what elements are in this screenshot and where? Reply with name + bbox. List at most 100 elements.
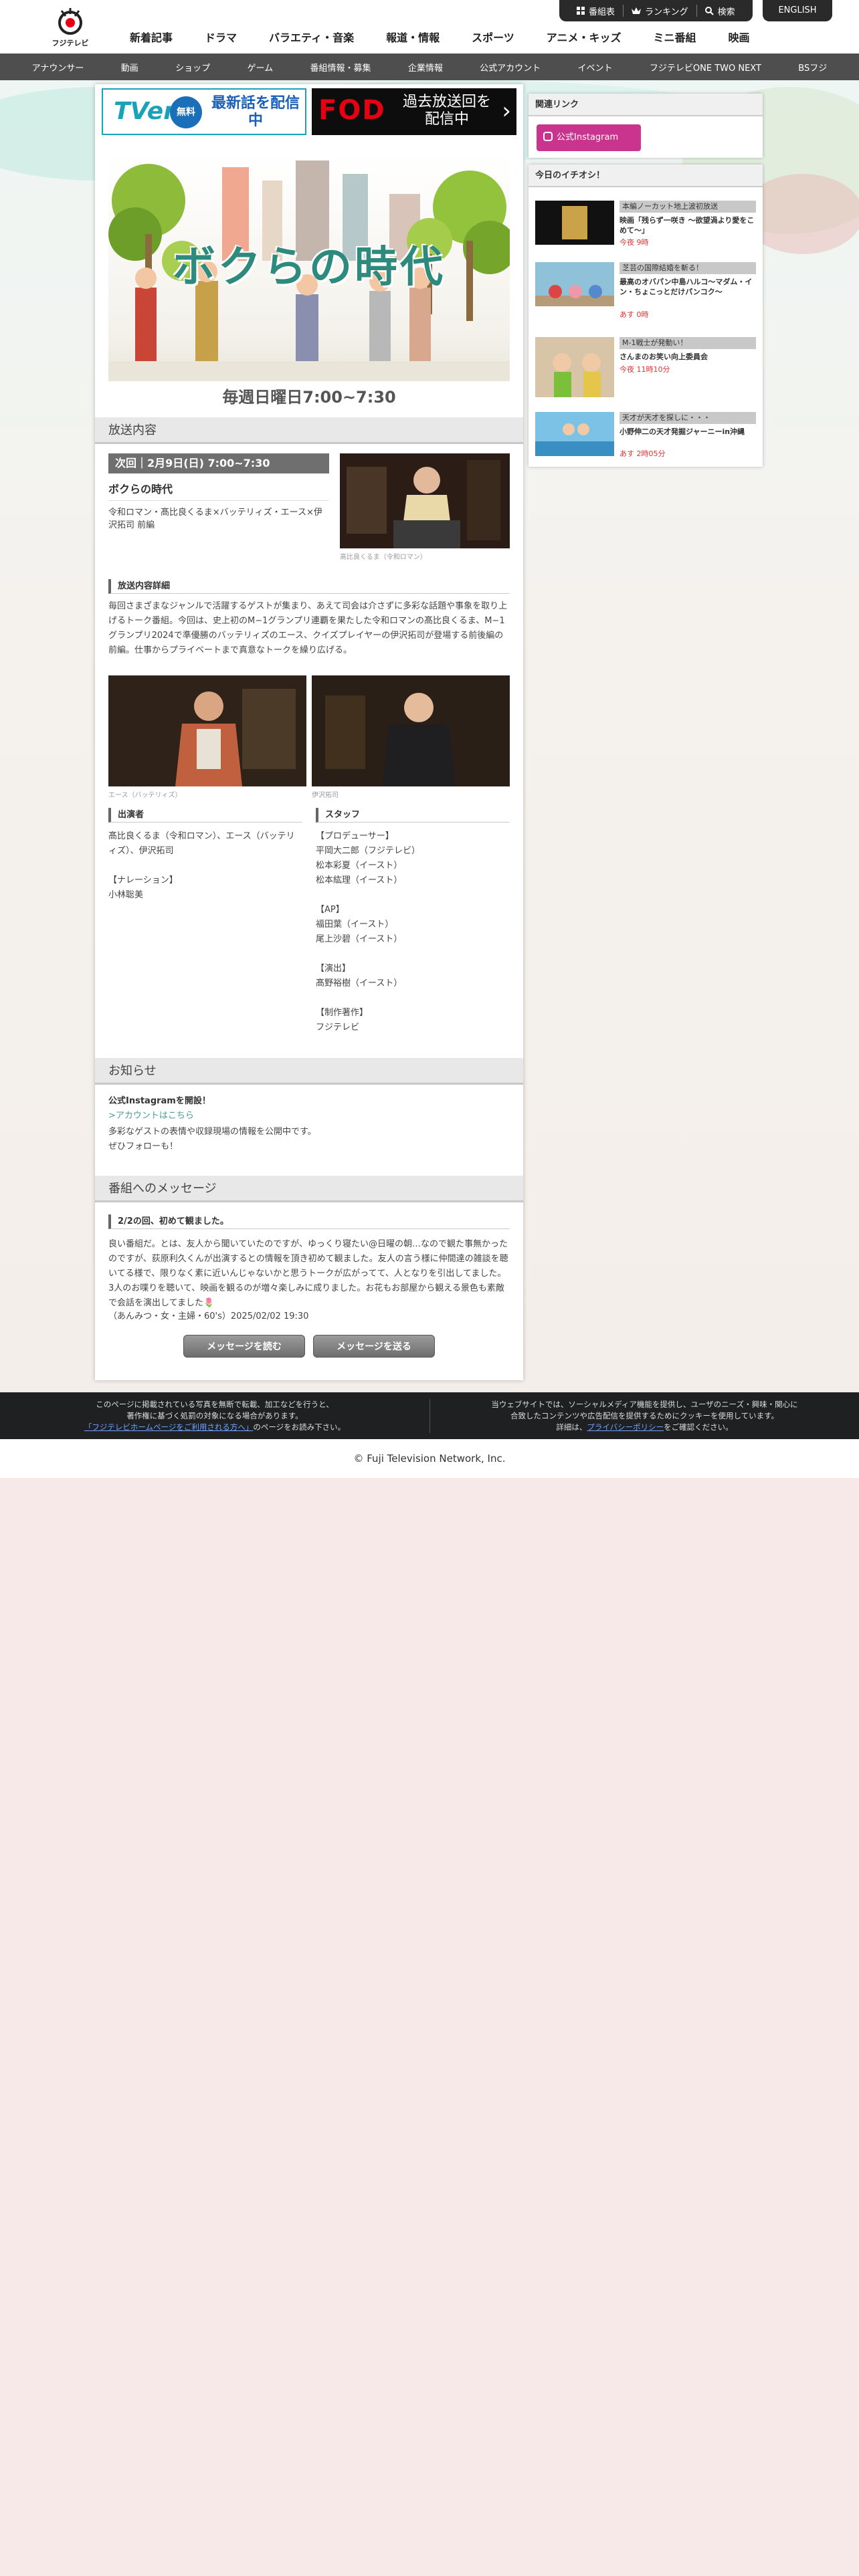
instagram-button[interactable]: 公式Instagram xyxy=(537,124,641,151)
logo-text: フジテレビ xyxy=(52,39,89,47)
episode-photo-kurumaa xyxy=(340,453,510,548)
gnav-item-drama[interactable]: ドラマ xyxy=(189,29,253,45)
photo-caption-kurumaa: 髙比良くるま（令和ロマン） xyxy=(340,554,427,561)
pickup-time: あす 0時 xyxy=(619,310,649,319)
gnav-item-mini[interactable]: ミニ番組 xyxy=(637,29,712,45)
subnav-item-announcer[interactable]: アナウンサー xyxy=(32,61,84,74)
pickup-item[interactable]: 天才が天才を探しに・・・ 小野伸二の天才発掘ジャーニーin沖縄 あす 2時05分 xyxy=(535,412,756,465)
site-header: フジテレビ 番組表 ランキング 検索 ENGLISH 新着記事 ドラマ バラエテ… xyxy=(0,0,859,53)
news-title: 公式Instagramを開設！ xyxy=(108,1096,211,1106)
message-buttons: メッセージを読む メッセージを送る xyxy=(95,1335,523,1358)
fujitv-eye-logo-icon xyxy=(58,8,82,35)
subnav-item-recruit[interactable]: 番組情報・募集 xyxy=(310,61,371,74)
pickup-tag: 本編ノーカット地上波初放送 xyxy=(619,201,756,213)
read-messages-button[interactable]: メッセージを読む xyxy=(183,1335,305,1358)
pickup-item[interactable]: 本編ノーカット地上波初放送 映画「残らず一咲き 〜欲望渦より愛をこめて〜」 今夜… xyxy=(535,201,756,254)
tver-banner[interactable]: TVer 無料 最新話を配信中 xyxy=(102,88,306,135)
crown-icon xyxy=(632,7,642,14)
staff-text: 【プロデューサー】 平岡大二郎（フジテレビ） 松本彩夏（イースト） 松本紘理（イ… xyxy=(316,831,421,1033)
pickup-heading: 今日のイチオシ！ xyxy=(529,165,763,187)
related-links-box: 関連リンク 公式Instagram xyxy=(529,94,763,158)
search-icon xyxy=(704,6,714,15)
related-links-heading: 関連リンク xyxy=(529,94,763,116)
guest-photo-image xyxy=(108,675,306,786)
program-airtime: 毎週日曜日7:00~7:30 xyxy=(222,388,396,407)
search-link[interactable]: 検索 xyxy=(696,5,743,17)
pickup-thumb xyxy=(535,337,614,397)
detail-subheading: 放送内容詳細 xyxy=(108,579,510,594)
cast-text: 髙比良くるま（令和ロマン）、エース（バッテリィズ）、伊沢拓司 【ナレーション】 … xyxy=(108,831,295,900)
episode-description: 令和ロマン・髙比良くるま×バッテリィズ・エース×伊沢拓司 前編 xyxy=(108,500,329,532)
footer-notice: このページに掲載されている写真を無断で転載、加工などを行うと、 著作権に基づく処… xyxy=(0,1392,859,1439)
fod-logo: FOD xyxy=(318,95,386,126)
main-content: TVer 無料 最新話を配信中 FOD 過去放送回を配信中 › ボクらの時代 毎… xyxy=(95,84,523,1380)
subnav-item-bsfuji[interactable]: BSフジ xyxy=(798,61,827,74)
fod-banner[interactable]: FOD 過去放送回を配信中 › xyxy=(312,88,516,135)
next-broadcast-badge: 次回｜2月9日(日) 7:00~7:30 xyxy=(108,453,329,473)
pickup-thumb xyxy=(535,412,614,456)
gnav-item-movie[interactable]: 映画 xyxy=(712,29,765,45)
news-account-link[interactable]: >アカウントはこちら xyxy=(108,1109,194,1123)
copyright: © Fuji Television Network, Inc. xyxy=(0,1439,859,1478)
instagram-button-label: 公式Instagram xyxy=(557,132,619,142)
copyright-notice-line: 著作権に基づく処罰の対象になる場合があります。 xyxy=(126,1411,303,1420)
gnav-item-info[interactable]: 報道・情報 xyxy=(370,29,456,45)
gnav-item-variety[interactable]: バラエティ・音楽 xyxy=(253,29,370,45)
copyright-notice-line: このページに掲載されている写真を無断で転載、加工などを行うと、 xyxy=(96,1400,334,1409)
subnav-item-video[interactable]: 動画 xyxy=(121,61,138,74)
cookie-notice-tail: をご確認ください。 xyxy=(664,1422,733,1432)
cookie-notice: 当ウェブサイトでは、ソーシャルメディア機能を提供し、ユーザのニーズ・興味・関心に… xyxy=(430,1399,859,1433)
subnav-item-shop[interactable]: ショップ xyxy=(175,61,210,74)
message-subheading: 2/2の回、初めて観ました。 xyxy=(108,1214,510,1229)
pickup-item[interactable]: M-1戦士が発動い！ さんまのお笑い向上委員会 今夜 11時10分 xyxy=(535,337,756,397)
fujitv-logo[interactable]: フジテレビ xyxy=(47,4,94,48)
program-logo-title: ボクらの時代 xyxy=(173,243,446,292)
gnav-item-anime[interactable]: アニメ・キッズ xyxy=(531,29,638,45)
ranking-link[interactable]: ランキング xyxy=(623,5,696,17)
pickup-box: 今日のイチオシ！ 本編ノーカット地上波初放送 映画「残らず一咲き 〜欲望渦より愛… xyxy=(529,165,763,467)
pickup-title: 映画「残らず一咲き 〜欲望渦より愛をこめて〜」 xyxy=(619,216,755,235)
gnav-item-sports[interactable]: スポーツ xyxy=(456,29,531,45)
subnav-item-event[interactable]: イベント xyxy=(578,61,613,74)
usage-policy-link[interactable]: 「フジテレビホームページをご利用される方へ」 xyxy=(84,1422,253,1432)
ranking-label: ランキング xyxy=(645,7,688,17)
subnav-item-game[interactable]: ゲーム xyxy=(247,61,273,74)
pickup-thumb xyxy=(535,201,614,245)
send-message-button[interactable]: メッセージを送る xyxy=(313,1335,435,1358)
episode-photo-izawa xyxy=(312,675,510,786)
program-key-visual: ボクらの時代 xyxy=(108,154,510,381)
pickup-title: さんまのお笑い向上委員会 xyxy=(619,352,708,361)
global-nav: 新着記事 ドラマ バラエティ・音楽 報道・情報 スポーツ アニメ・キッズ ミニ番… xyxy=(114,27,766,47)
subnav-item-official[interactable]: 公式アカウント xyxy=(480,61,541,74)
schedule-link[interactable]: 番組表 xyxy=(569,5,623,17)
cookie-notice-head: 詳細は、 xyxy=(556,1422,587,1432)
pickup-tag: M-1戦士が発動い！ xyxy=(619,337,756,349)
pickup-time: 今夜 11時10分 xyxy=(619,365,670,374)
news-body: 多彩なゲストの表情や収録現場の情報を公開中です。 ぜひフォローも！ xyxy=(108,1127,316,1152)
subnav-item-otn[interactable]: フジテレビONE TWO NEXT xyxy=(650,61,761,74)
guest-photo-image xyxy=(312,675,510,786)
pickup-item[interactable]: 芝芸の国際結婚を斬る！ 最高のオバパン中島ハルコ〜マダム・イン・ちょこっとだけパ… xyxy=(535,262,756,319)
pickup-tag: 芝芸の国際結婚を斬る！ xyxy=(619,262,756,274)
detail-text: 毎回さまざまなジャンルで活躍するゲストが集まり、あえて司会は介さずに多彩な話題や… xyxy=(108,601,508,655)
tver-logo: TVer xyxy=(114,98,175,125)
cookie-notice-line: 当ウェブサイトでは、ソーシャルメディア機能を提供し、ユーザのニーズ・興味・関心に xyxy=(491,1400,798,1409)
gnav-item-news[interactable]: 新着記事 xyxy=(114,29,189,45)
episode-photo-ace xyxy=(108,675,306,786)
copyright-notice-tail: のページをお読み下さい。 xyxy=(253,1422,346,1432)
copyright-notice-line: 「フジテレビホームページをご利用される方へ」のページをお読み下さい。 xyxy=(0,1422,430,1433)
staff-subheading: スタッフ xyxy=(316,808,510,823)
fod-message: 過去放送回を配信中 xyxy=(402,94,491,128)
subnav-item-corporate[interactable]: 企業情報 xyxy=(408,61,443,74)
english-button[interactable]: ENGLISH xyxy=(763,0,832,21)
tver-free-badge: 無料 xyxy=(170,96,202,128)
guest-photo-image xyxy=(340,453,510,548)
cookie-notice-line: 合致したコンテンツや広告配信を提供するためにクッキーを使用しています。 xyxy=(510,1411,779,1420)
privacy-policy-link[interactable]: プライバシーポリシー xyxy=(587,1422,664,1432)
pickup-thumb xyxy=(535,262,614,306)
photo-caption-ace: エース（バッテリィズ） xyxy=(108,792,182,799)
episode-program-title: ボクらの時代 xyxy=(108,483,173,496)
pickup-time: あす 2時05分 xyxy=(619,449,666,458)
cookie-notice-line: 詳細は、プライバシーポリシーをご確認ください。 xyxy=(430,1422,859,1433)
copyright-notice: このページに掲載されている写真を無断で転載、加工などを行うと、 著作権に基づく処… xyxy=(0,1399,430,1433)
